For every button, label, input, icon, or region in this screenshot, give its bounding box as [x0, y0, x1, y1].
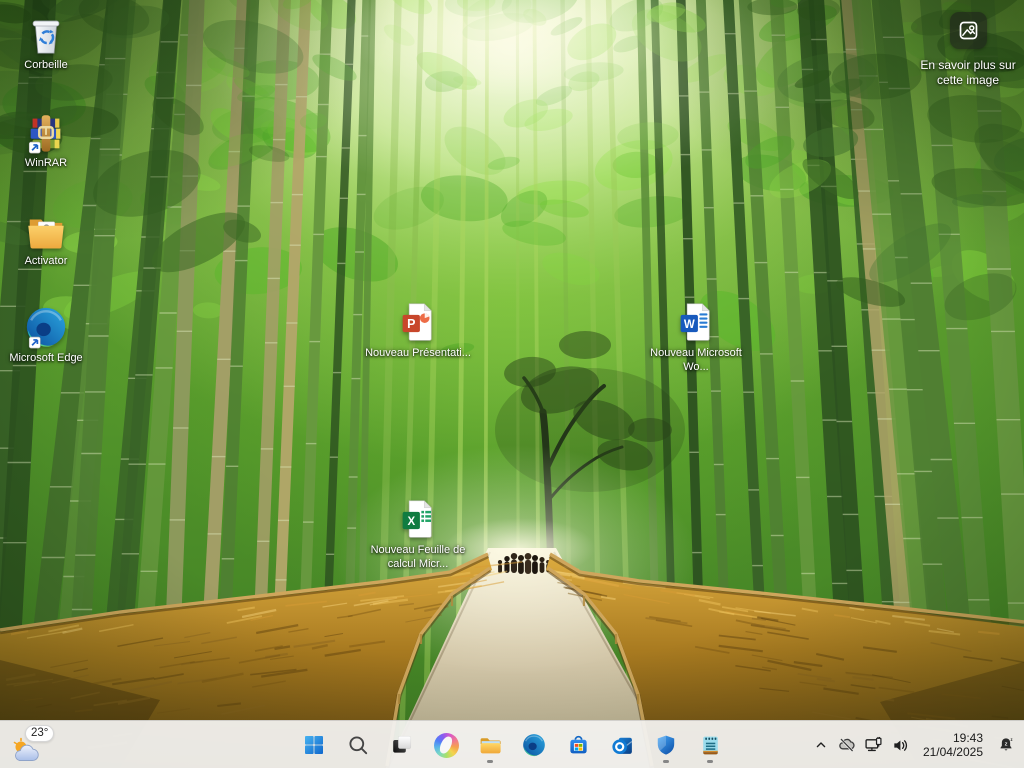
desktop-icon-label: Nouveau Feuille de calcul Micr...	[370, 544, 466, 570]
file-explorer-icon	[480, 737, 501, 753]
desktop-icon-label: Nouveau Microsoft Wo...	[650, 347, 742, 373]
notepad-button[interactable]	[690, 725, 730, 765]
tray-date: 21/04/2025	[922, 745, 983, 759]
desktop-icon-label: WinRAR	[24, 157, 68, 169]
svg-text:W: W	[684, 319, 695, 331]
desktop-icon-new-word[interactable]: W Nouveau Microsoft Wo...	[641, 299, 751, 374]
desktop-icon-recycle-bin[interactable]: Corbeille	[0, 11, 101, 73]
speaker-icon	[894, 739, 907, 751]
recycle-bin-icon	[32, 20, 60, 54]
microsoft-store-button[interactable]	[558, 725, 598, 765]
svg-text:X: X	[407, 516, 415, 528]
file-explorer-button[interactable]	[470, 725, 510, 765]
task-view-button[interactable]	[382, 725, 422, 765]
taskbar: 23° 19:43 21/04/2025 z z	[0, 720, 1024, 768]
svg-text:z: z	[1005, 742, 1008, 748]
windows-logo-icon	[305, 736, 323, 754]
notification-center-button[interactable]: z z	[990, 725, 1022, 765]
clock-button[interactable]: 19:43 21/04/2025	[914, 731, 990, 760]
image-icon	[959, 21, 977, 40]
windows-security-button[interactable]	[646, 725, 686, 765]
desktop-icon-label: Nouveau Présentati...	[365, 347, 471, 359]
word-file-icon: W	[680, 303, 710, 341]
running-indicator	[487, 759, 493, 763]
shield-icon	[657, 735, 675, 755]
running-indicator	[663, 759, 669, 763]
copilot-icon	[433, 732, 459, 758]
taskbar-app-buttons	[294, 721, 730, 768]
copilot-button[interactable]	[426, 725, 466, 765]
learn-more-button[interactable]	[949, 12, 987, 49]
learn-more-label: En savoir plus sur cette image	[920, 58, 1016, 87]
desktop-icon-winrar[interactable]: WinRAR	[0, 109, 101, 171]
task-view-icon	[393, 735, 412, 753]
tray-time: 19:43	[952, 730, 983, 745]
edge-icon	[522, 733, 546, 757]
bell-dnd-icon: z z	[1000, 737, 1013, 751]
notepad-icon	[702, 736, 718, 754]
system-tray: 19:43 21/04/2025 z z	[809, 721, 1022, 768]
svg-text:z: z	[1011, 737, 1013, 742]
desktop-icon-edge[interactable]: Microsoft Edge	[0, 304, 101, 366]
outlook-button[interactable]	[602, 725, 642, 765]
desktop-icon-label: Activator	[24, 255, 68, 267]
winrar-icon	[28, 115, 61, 154]
ethernet-icon	[865, 736, 882, 751]
desktop-icon-new-powerpoint[interactable]: P Nouveau Présentati...	[363, 299, 473, 361]
running-indicator	[707, 759, 713, 763]
desktop-icon-activator[interactable]: Activator	[0, 207, 101, 269]
desktop-icon-label: Microsoft Edge	[9, 352, 83, 364]
volume-button[interactable]	[887, 725, 914, 765]
chevron-up-icon	[816, 742, 826, 748]
edge-button[interactable]	[514, 725, 554, 765]
start-button[interactable]	[294, 725, 334, 765]
desktop-icon-new-excel[interactable]: X Nouveau Feuille de calcul Micr...	[363, 496, 473, 571]
svg-text:P: P	[407, 317, 415, 331]
edge-icon	[25, 306, 67, 349]
desktop-icon-label: Corbeille	[24, 59, 68, 71]
hidden-icons-button[interactable]	[809, 725, 833, 765]
onedrive-button[interactable]	[833, 725, 860, 765]
network-button[interactable]	[860, 725, 887, 765]
search-icon	[349, 736, 368, 755]
onedrive-offline-icon	[839, 737, 855, 752]
temperature-badge: 23°	[25, 725, 55, 742]
outlook-icon	[611, 737, 632, 754]
store-bag-icon	[569, 735, 587, 753]
spotlight-widget: En savoir plus sur cette image	[912, 12, 1024, 88]
excel-file-icon: X	[402, 500, 432, 538]
folder-icon	[28, 219, 64, 249]
powerpoint-file-icon: P	[402, 303, 432, 341]
weather-widget[interactable]: 23°	[10, 724, 70, 766]
desktop-background[interactable]	[0, 0, 1024, 768]
search-button[interactable]	[338, 725, 378, 765]
